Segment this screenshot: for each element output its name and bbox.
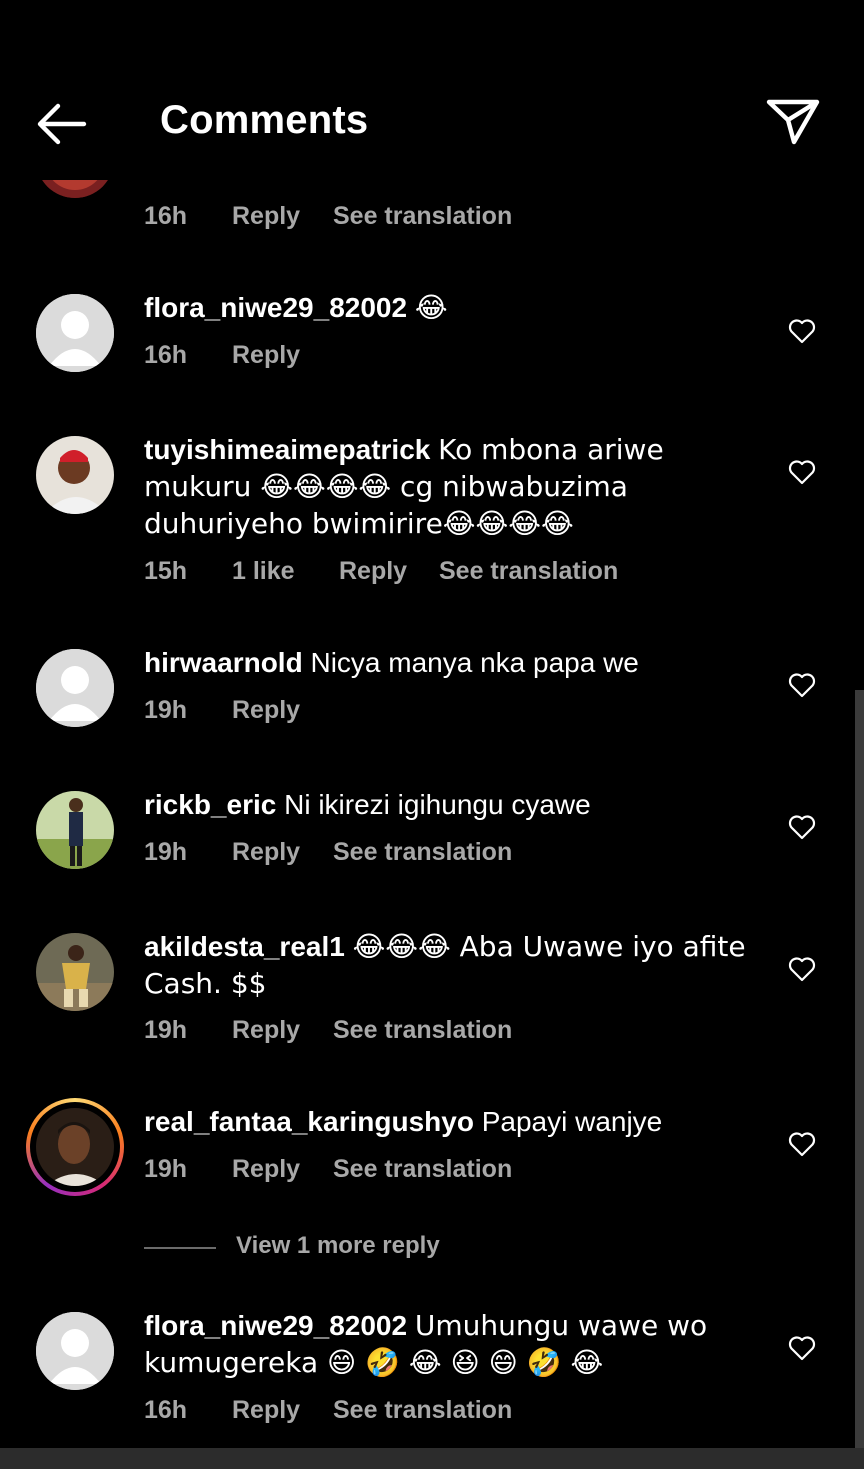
comment-meta: 19h Reply See translation (144, 1155, 512, 1184)
avatar[interactable] (36, 436, 114, 514)
reply-button[interactable]: Reply (232, 1155, 300, 1184)
see-translation-button[interactable]: See translation (439, 557, 618, 586)
see-translation-button[interactable]: See translation (333, 202, 512, 231)
view-more-label: View 1 more reply (236, 1232, 440, 1259)
comment-text: tuyishimeaimepatrick Ko mbona ariwe muku… (144, 431, 764, 542)
avatar[interactable] (36, 649, 114, 727)
comment-username[interactable]: akildesta_real1 (144, 931, 345, 962)
see-translation-button[interactable]: See translation (333, 1155, 512, 1184)
comment-username[interactable]: rickb_eric (144, 789, 276, 820)
comment-time: 16h (144, 1396, 188, 1424)
comment-meta: 19h Reply See translation (144, 838, 512, 867)
comment-time: 16h (144, 202, 188, 230)
see-translation-button[interactable]: See translation (333, 838, 512, 867)
reply-button[interactable]: Reply (232, 202, 300, 231)
comments-list: 16h Reply See translation flora_niwe29_8… (0, 0, 864, 1469)
comment-meta: 16h Reply (144, 341, 300, 370)
default-avatar-icon (36, 1312, 114, 1390)
avatar[interactable] (36, 933, 114, 1011)
reply-button[interactable]: Reply (232, 1016, 300, 1045)
comment-body: Nicya manya nka papa we (310, 647, 639, 678)
comment-time: 19h (144, 1016, 188, 1044)
reply-button[interactable]: Reply (232, 341, 300, 370)
comment-text: akildesta_real1 😂😂😂 Aba Uwawe iyo afite … (144, 928, 764, 1002)
comment-text: hirwaarnold Nicya manya nka papa we (144, 644, 764, 681)
arrow-left-icon[interactable] (34, 100, 90, 148)
scrollbar[interactable] (855, 690, 864, 1448)
comment-time: 15h (144, 557, 188, 585)
comment-meta: 16h Reply See translation (144, 202, 512, 231)
header: Comments (0, 0, 864, 180)
like-count[interactable]: 1 like (232, 557, 295, 586)
comment-time: 16h (144, 341, 188, 369)
like-heart-icon[interactable] (788, 672, 816, 698)
avatar[interactable] (36, 791, 114, 869)
comment-username[interactable]: flora_niwe29_82002 (144, 292, 407, 323)
view-more-line (144, 1247, 216, 1249)
comment-time: 19h (144, 838, 188, 866)
story-ring-avatar[interactable] (26, 1098, 124, 1196)
comment-meta: 15h 1 like Reply See translation (144, 557, 618, 586)
see-translation-button[interactable]: See translation (333, 1016, 512, 1045)
story-ring-gap (30, 1102, 120, 1192)
like-heart-icon[interactable] (788, 1131, 816, 1157)
default-avatar-icon (36, 294, 114, 372)
like-heart-icon[interactable] (788, 459, 816, 485)
comment-username[interactable]: flora_niwe29_82002 (144, 1310, 407, 1341)
reply-button[interactable]: Reply (339, 557, 407, 586)
comment-text: rickb_eric Ni ikirezi igihungu cyawe (144, 786, 764, 823)
comment-time: 19h (144, 696, 188, 724)
like-heart-icon[interactable] (788, 956, 816, 982)
like-heart-icon[interactable] (788, 814, 816, 840)
comment-username[interactable]: tuyishimeaimepatrick (144, 434, 430, 465)
comment-text: flora_niwe29_82002 😂 (144, 289, 764, 326)
paper-plane-icon[interactable] (764, 96, 822, 148)
comment-text: flora_niwe29_82002 Umuhungu wawe wo kumu… (144, 1307, 764, 1381)
default-avatar-icon (36, 649, 114, 727)
avatar[interactable] (36, 1312, 114, 1390)
comment-time: 19h (144, 1155, 188, 1183)
comment-body: Papayi wanjye (481, 1106, 663, 1137)
comment-body: 😂 (414, 291, 448, 324)
comment-meta: 16h Reply See translation (144, 1396, 512, 1425)
comment-meta: 19h Reply See translation (144, 1016, 512, 1045)
avatar (36, 1108, 114, 1186)
avatar[interactable] (36, 294, 114, 372)
like-heart-icon[interactable] (788, 1335, 816, 1361)
reply-button[interactable]: Reply (232, 838, 300, 867)
page-title: Comments (160, 98, 369, 142)
comment-username[interactable]: real_fantaa_karingushyo (144, 1106, 474, 1137)
system-navigation-bar (0, 1448, 864, 1469)
like-heart-icon[interactable] (788, 318, 816, 344)
see-translation-button[interactable]: See translation (333, 1396, 512, 1425)
reply-button[interactable]: Reply (232, 1396, 300, 1425)
comment-username[interactable]: hirwaarnold (144, 647, 303, 678)
comment-text: real_fantaa_karingushyo Papayi wanjye (144, 1103, 764, 1140)
reply-button[interactable]: Reply (232, 696, 300, 725)
comment-meta: 19h Reply (144, 696, 300, 725)
comment-body: Ni ikirezi igihungu cyawe (284, 789, 591, 820)
